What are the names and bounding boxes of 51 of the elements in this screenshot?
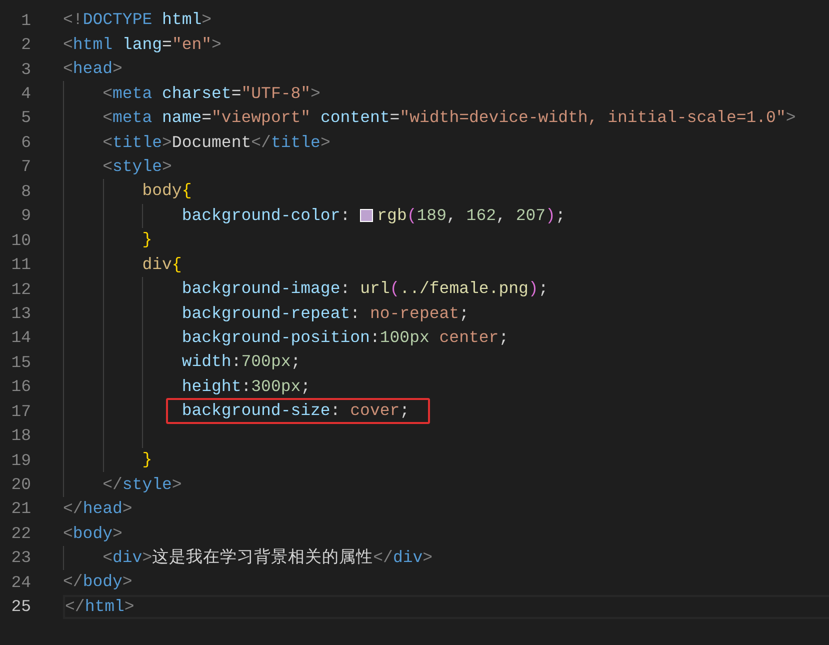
line-number: 13 [10, 304, 31, 323]
line-number: 22 [10, 524, 31, 543]
line-number: 6 [20, 132, 31, 152]
code-line: } [142, 230, 152, 250]
code-line: width:700px; [182, 352, 301, 372]
line-number: 4 [20, 84, 31, 104]
line-number: 8 [20, 182, 31, 201]
line-number: 12 [10, 280, 31, 299]
code-line: background-image: url(../female.png); [182, 279, 548, 299]
line-number: 24 [10, 572, 31, 592]
code-line: background-repeat: no-repeat; [182, 304, 469, 324]
line-number: 9 [20, 206, 31, 226]
code-line: <meta charset="UTF-8"> [102, 84, 320, 104]
code-line: div{ [142, 254, 182, 274]
code-line: rgb(189, 162, 207); [377, 206, 566, 226]
code-line: background-size: cover; [182, 401, 410, 422]
line-number: 5 [20, 108, 31, 128]
line-number: 17 [10, 402, 31, 421]
line-number: 20 [10, 475, 31, 494]
line-number: 16 [10, 377, 31, 396]
code-line: </html> [65, 596, 134, 617]
code-line: </body> [63, 572, 132, 592]
code-line: } [142, 450, 152, 470]
line-number: 18 [10, 426, 31, 446]
code-line: <body> [63, 524, 122, 544]
code-line: </style> [102, 474, 182, 494]
line-number: 21 [10, 499, 31, 518]
code-line: <meta name="viewport" content="width=device-width, initial-scale=1.0"> [102, 108, 796, 128]
code-line: height:300px; [182, 376, 311, 397]
code-line: <div>这是我在学习背景相关的属性</div> [102, 548, 433, 568]
line-number: 23 [10, 548, 31, 568]
line-number: 7 [20, 157, 31, 176]
line-number: 1 [20, 10, 31, 30]
line-number: 11 [10, 255, 31, 274]
code-line: body{ [142, 181, 192, 202]
line-number: 25 [10, 597, 31, 616]
code-line: <style> [102, 156, 172, 177]
code-line: background-color: [182, 206, 350, 226]
line-number: 19 [10, 450, 31, 470]
code-line: </head> [63, 499, 132, 519]
line-number: 15 [10, 352, 31, 372]
line-number: 14 [10, 328, 31, 348]
code-line: <html lang="en"> [63, 34, 222, 55]
line-number: 10 [10, 230, 31, 250]
color-swatch-icon[interactable] [360, 209, 374, 222]
code-line: <title>Document</title> [102, 132, 330, 152]
line-number: 2 [20, 35, 31, 54]
code-line: <head> [63, 59, 122, 79]
line-number: 3 [20, 60, 31, 79]
code-line: background-position:100px center; [182, 328, 509, 348]
code-line: <!DOCTYPE html> [63, 10, 212, 30]
